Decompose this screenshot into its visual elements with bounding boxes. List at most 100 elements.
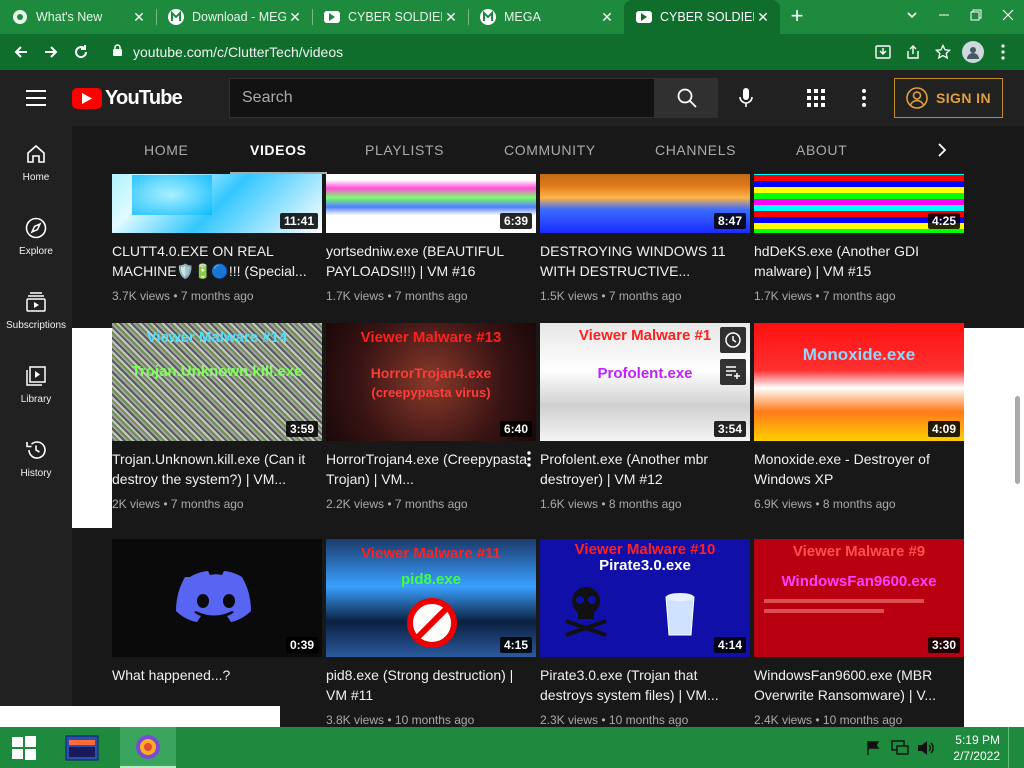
- video-menu-icon[interactable]: [522, 449, 536, 469]
- search-button[interactable]: [655, 78, 718, 118]
- video-thumbnail[interactable]: Viewer Malware #1 Profolent.exe 3:54: [540, 323, 750, 441]
- search-input[interactable]: [229, 78, 655, 118]
- reload-icon[interactable]: [66, 37, 96, 67]
- sign-in-button[interactable]: SIGN IN: [894, 78, 1003, 118]
- video-thumbnail[interactable]: 6:39: [326, 174, 536, 233]
- video-card[interactable]: 8:47 DESTROYING WINDOWS 11 WITH DESTRUCT…: [540, 174, 750, 303]
- volume-icon[interactable]: [914, 736, 938, 760]
- video-card[interactable]: 4:25 hdDeKS.exe (Another GDI malware) | …: [754, 174, 964, 303]
- scrollbar-thumb[interactable]: [1015, 396, 1020, 484]
- video-thumbnail[interactable]: 8:47: [540, 174, 750, 233]
- tab-home[interactable]: HOME: [144, 126, 188, 174]
- browser-tab[interactable]: MEGA ✕: [468, 0, 624, 34]
- video-thumbnail[interactable]: Monoxide.exe 4:09: [754, 323, 964, 441]
- video-title[interactable]: Monoxide.exe - Destroyer of Windows XP: [754, 449, 964, 489]
- add-to-queue-icon[interactable]: [720, 359, 746, 385]
- guide-item-subscriptions[interactable]: Subscriptions: [0, 274, 72, 348]
- watch-later-icon[interactable]: [720, 327, 746, 353]
- windows-start-icon[interactable]: [0, 727, 48, 768]
- url-text: youtube.com/c/ClutterTech/videos: [133, 44, 344, 60]
- flag-icon[interactable]: [862, 736, 886, 760]
- scrollbar[interactable]: [1010, 174, 1024, 727]
- video-thumbnail[interactable]: 11:41: [112, 174, 322, 233]
- video-title[interactable]: hdDeKS.exe (Another GDI malware) | VM #1…: [754, 241, 964, 281]
- video-title[interactable]: WindowsFan9600.exe (MBR Overwrite Ransom…: [754, 665, 964, 705]
- video-title[interactable]: Trojan.Unknown.kill.exe (Can it destroy …: [112, 449, 322, 489]
- video-card[interactable]: 6:39 yortsedniw.exe (BEAUTIFUL PAYLOADS!…: [326, 174, 536, 303]
- forward-icon[interactable]: [36, 37, 66, 67]
- microphone-icon[interactable]: [726, 78, 766, 118]
- system-clock[interactable]: 5:19 PM 2/7/2022: [953, 732, 1008, 764]
- video-thumbnail[interactable]: 0:39: [112, 539, 322, 657]
- youtube-logo[interactable]: YouTube: [72, 87, 229, 110]
- hamburger-menu-icon[interactable]: [0, 70, 72, 126]
- video-card[interactable]: 11:41 CLUTT4.0.EXE ON REAL MACHINE🛡️🔋🔵!!…: [112, 174, 322, 303]
- show-desktop-button[interactable]: [1008, 727, 1014, 768]
- browser-tab[interactable]: CYBER SOLDIER - ✕: [312, 0, 468, 34]
- video-thumbnail[interactable]: Viewer Malware #10 Pirate3.0.exe 4:14: [540, 539, 750, 657]
- video-card[interactable]: Viewer Malware #13 HorrorTrojan4.exe (cr…: [326, 323, 536, 511]
- lock-icon[interactable]: [112, 44, 123, 60]
- video-title[interactable]: yortsedniw.exe (BEAUTIFUL PAYLOADS!!!) |…: [326, 241, 536, 281]
- back-icon[interactable]: [6, 37, 36, 67]
- thumbnail-text: Trojan.Unknown.kill.exe: [131, 363, 303, 380]
- browser-menu-icon[interactable]: [988, 37, 1018, 67]
- network-icon[interactable]: [888, 736, 912, 760]
- video-thumbnail[interactable]: 4:25: [754, 174, 964, 233]
- video-title[interactable]: Pirate3.0.exe (Trojan that destroys syst…: [540, 665, 750, 705]
- tab-videos[interactable]: VIDEOS: [230, 126, 326, 174]
- guide-item-explore[interactable]: Explore: [0, 200, 72, 274]
- video-card[interactable]: 0:39 What happened...? 1.2K views • 8 mo…: [112, 539, 322, 727]
- video-thumbnail[interactable]: Viewer Malware #13 HorrorTrojan4.exe (cr…: [326, 323, 536, 441]
- video-title[interactable]: Profolent.exe (Another mbr destroyer) | …: [540, 449, 750, 489]
- video-thumbnail[interactable]: Viewer Malware #11 pid8.exe 4:15: [326, 539, 536, 657]
- guide-item-home[interactable]: Home: [0, 126, 72, 200]
- video-thumbnail[interactable]: Viewer Malware #9 WindowsFan9600.exe 3:3…: [754, 539, 964, 657]
- restore-icon[interactable]: [960, 0, 992, 34]
- video-title[interactable]: DESTROYING WINDOWS 11 WITH DESTRUCTIVE..…: [540, 241, 750, 281]
- video-card[interactable]: Viewer Malware #10 Pirate3.0.exe 4:14 Pi…: [540, 539, 750, 727]
- tab-search-icon[interactable]: [896, 0, 928, 34]
- video-thumbnail[interactable]: Viewer Malware #14 Trojan.Unknown.kill.e…: [112, 323, 322, 441]
- install-icon[interactable]: [868, 37, 898, 67]
- system-tray: 5:19 PM 2/7/2022: [861, 727, 1024, 768]
- video-card[interactable]: Viewer Malware #1 Profolent.exe 3:54 Pro…: [540, 323, 750, 511]
- close-window-icon[interactable]: [992, 0, 1024, 34]
- guide-item-library[interactable]: Library: [0, 348, 72, 422]
- tab-channels[interactable]: CHANNELS: [655, 126, 736, 174]
- close-icon[interactable]: ✕: [286, 8, 304, 26]
- close-icon[interactable]: ✕: [130, 8, 148, 26]
- video-title[interactable]: HorrorTrojan4.exe (Creepypasta Trojan) |…: [326, 449, 536, 489]
- close-icon[interactable]: ✕: [442, 8, 460, 26]
- close-icon[interactable]: ✕: [598, 8, 616, 26]
- video-card[interactable]: Viewer Malware #14 Trojan.Unknown.kill.e…: [112, 323, 322, 511]
- video-card[interactable]: Viewer Malware #11 pid8.exe 4:15 pid8.ex…: [326, 539, 536, 727]
- video-card[interactable]: Monoxide.exe 4:09 Monoxide.exe - Destroy…: [754, 323, 964, 511]
- guide-label: Subscriptions: [5, 320, 67, 331]
- bookmark-star-icon[interactable]: [928, 37, 958, 67]
- video-title[interactable]: CLUTT4.0.EXE ON REAL MACHINE🛡️🔋🔵!!! (Spe…: [112, 241, 322, 281]
- close-icon[interactable]: ✕: [754, 8, 772, 26]
- browser-tab[interactable]: Download - MEGA ✕: [156, 0, 312, 34]
- thumbnail-text: Viewer Malware #9: [792, 543, 926, 560]
- duration-badge: 4:25: [927, 213, 960, 229]
- guide-item-history[interactable]: History: [0, 422, 72, 496]
- new-tab-button[interactable]: +: [780, 0, 814, 34]
- settings-more-icon[interactable]: [844, 78, 884, 118]
- browser-tab-active[interactable]: CYBER SOLDIER - ✕: [624, 0, 780, 34]
- file-manager-icon[interactable]: [58, 727, 106, 768]
- apps-grid-icon[interactable]: [796, 78, 836, 118]
- chevron-right-icon[interactable]: [922, 126, 962, 174]
- tab-community[interactable]: COMMUNITY: [504, 126, 596, 174]
- video-card[interactable]: Viewer Malware #9 WindowsFan9600.exe 3:3…: [754, 539, 964, 727]
- tab-playlists[interactable]: PLAYLISTS: [365, 126, 444, 174]
- minimize-icon[interactable]: [928, 0, 960, 34]
- video-title[interactable]: pid8.exe (Strong destruction) | VM #11: [326, 665, 536, 705]
- browser-taskbar-icon[interactable]: [120, 727, 176, 768]
- tab-about[interactable]: ABOUT: [796, 126, 847, 174]
- browser-tab[interactable]: What's New ✕: [0, 0, 156, 34]
- profile-icon[interactable]: [958, 37, 988, 67]
- address-bar[interactable]: youtube.com/c/ClutterTech/videos: [102, 38, 862, 66]
- share-icon[interactable]: [898, 37, 928, 67]
- video-title[interactable]: What happened...?: [112, 665, 322, 705]
